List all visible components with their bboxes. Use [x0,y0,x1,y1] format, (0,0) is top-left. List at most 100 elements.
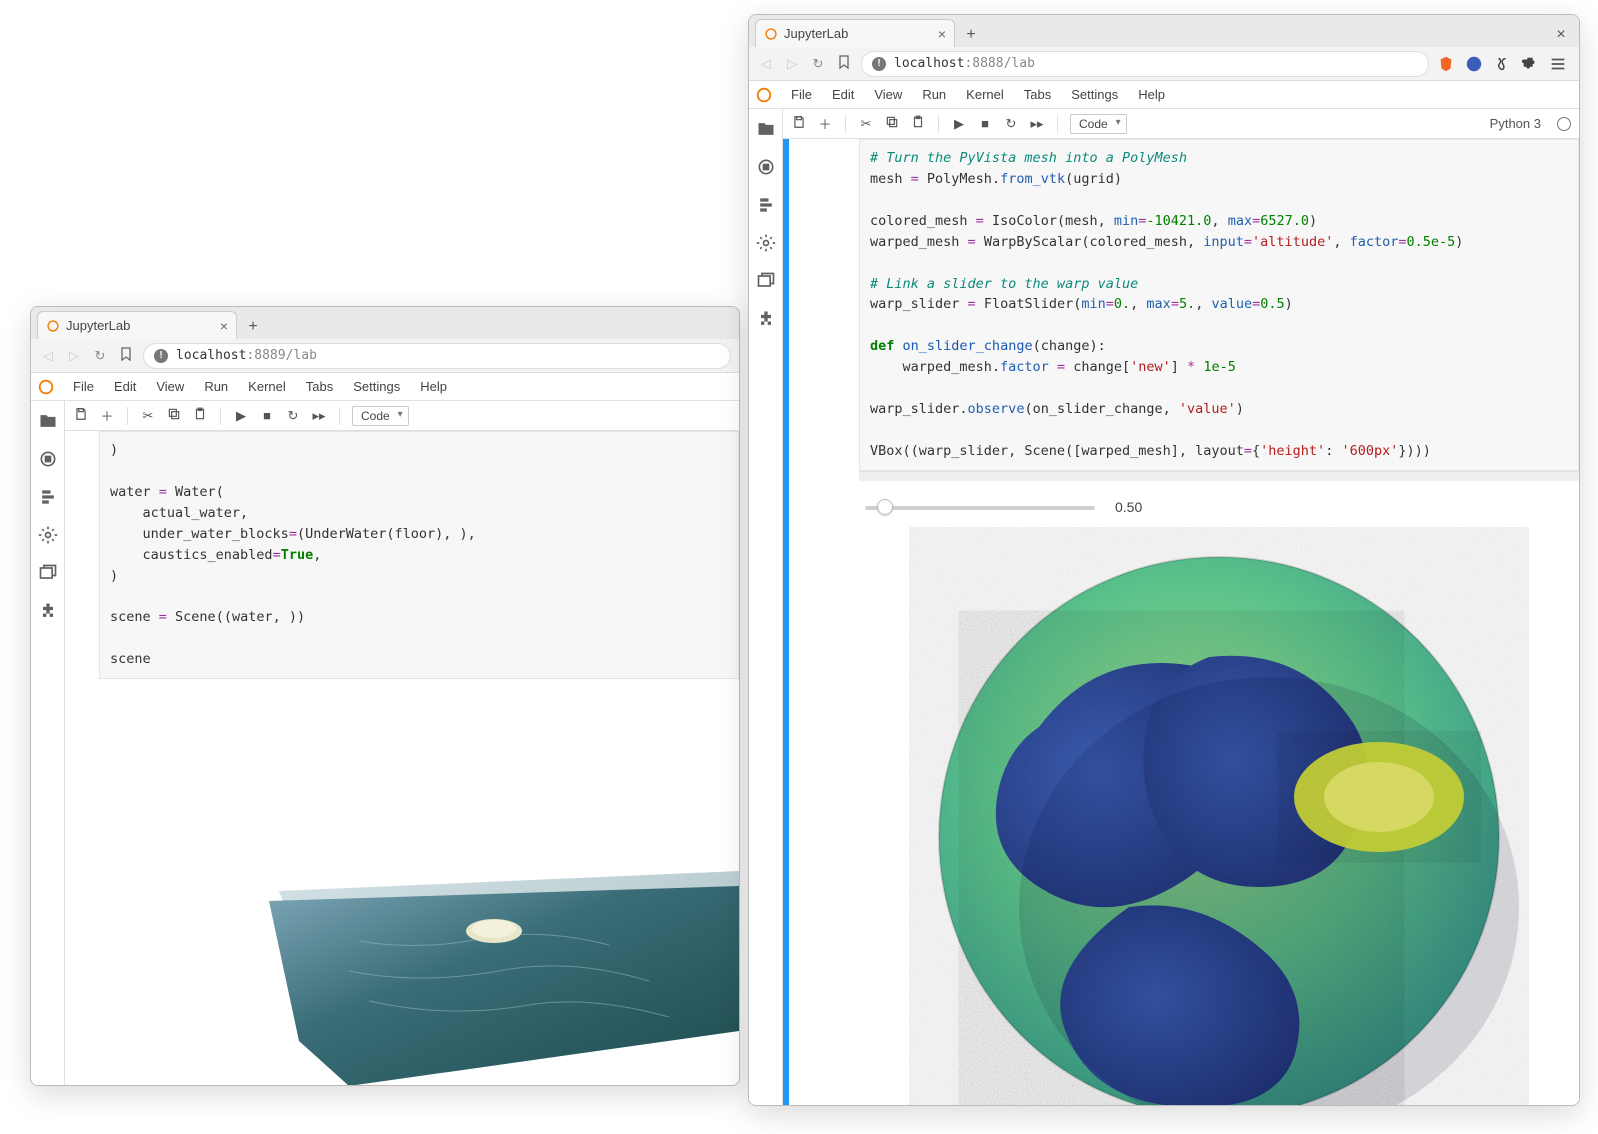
extension-icon[interactable] [756,309,776,329]
notebook-area[interactable]: ) water = Water( actual_water, under_wat… [65,431,739,1085]
menu-view[interactable]: View [148,376,192,397]
notebook-toolbar: ＋ ✂ ▶ ■ ↻ ▸▸ Code [65,401,739,431]
settings-icon[interactable] [756,233,776,253]
kernel-name[interactable]: Python 3 [1490,116,1541,131]
extension-icon[interactable] [38,601,58,621]
jupyter-icon [46,319,60,333]
tabstrip: JupyterLab × + [31,307,739,339]
stop-icon[interactable]: ■ [977,116,993,131]
running-icon[interactable] [756,157,776,177]
save-icon[interactable] [791,115,807,132]
close-tab-icon[interactable]: × [938,26,946,42]
url-path: /lab [1004,56,1035,71]
globe-scene-viz[interactable] [859,527,1579,1105]
jupyter-icon [755,86,773,104]
copy-icon[interactable] [884,115,900,132]
horizontal-scrollbar[interactable] [859,471,1579,481]
cell-type-select[interactable]: Code [1070,114,1127,134]
menu-settings[interactable]: Settings [1063,84,1126,105]
bookmark-icon[interactable] [835,55,853,72]
sidebar [31,401,65,1085]
cut-icon[interactable]: ✂ [858,116,874,132]
window-left: JupyterLab × + ◁ ▷ ↻ ! localhost:8889/la… [30,306,740,1086]
hamburger-icon[interactable] [1549,55,1567,73]
shield-icon[interactable] [1465,55,1483,73]
add-cell-icon[interactable]: ＋ [817,114,833,133]
menu-help[interactable]: Help [1130,84,1173,105]
nav-forward-icon[interactable]: ▷ [65,348,83,364]
reload-icon[interactable]: ↻ [91,348,109,364]
bookmark-icon[interactable] [117,347,135,364]
menu-help[interactable]: Help [412,376,455,397]
reload-icon[interactable]: ↻ [809,56,827,72]
window-close-icon[interactable]: × [1549,23,1573,47]
commands-icon[interactable] [38,487,58,507]
url-box[interactable]: ! localhost:8888/lab [861,51,1429,77]
url-host: localhost [894,56,964,71]
info-icon: ! [154,349,168,363]
menu-edit[interactable]: Edit [106,376,144,397]
nav-back-icon[interactable]: ◁ [39,348,57,364]
running-icon[interactable] [38,449,58,469]
menu-run[interactable]: Run [914,84,954,105]
file-browser-icon[interactable] [38,411,58,431]
menu-view[interactable]: View [866,84,910,105]
menu-tabs[interactable]: Tabs [1016,84,1059,105]
cut-icon[interactable]: ✂ [140,408,156,424]
code-cell[interactable]: # Turn the PyVista mesh into a PolyMesh … [859,139,1579,471]
tabstrip: JupyterLab × + × [749,15,1579,47]
menu-tabs[interactable]: Tabs [298,376,341,397]
tabs-icon[interactable] [38,563,58,583]
paste-icon[interactable] [910,115,926,132]
settings-icon[interactable] [38,525,58,545]
close-tab-icon[interactable]: × [220,318,228,334]
window-right: JupyterLab × + × ◁ ▷ ↻ ! localhost:8888/… [748,14,1580,1106]
browser-tab[interactable]: JupyterLab × [755,19,955,47]
browser-tab[interactable]: JupyterLab × [37,311,237,339]
run-icon[interactable]: ▶ [951,116,967,132]
tabs-icon[interactable] [756,271,776,291]
new-tab-button[interactable]: + [241,315,265,339]
run-all-icon[interactable]: ▸▸ [1029,116,1045,132]
menu-file[interactable]: File [65,376,102,397]
run-icon[interactable]: ▶ [233,408,249,424]
stop-icon[interactable]: ■ [259,408,275,423]
nav-forward-icon[interactable]: ▷ [783,56,801,72]
copy-icon[interactable] [166,407,182,424]
water-scene-viz[interactable] [99,691,739,1085]
url-host: localhost [176,348,246,363]
menu-kernel[interactable]: Kernel [958,84,1012,105]
commands-icon[interactable] [756,195,776,215]
save-icon[interactable] [73,407,89,424]
float-slider[interactable]: 0.50 [859,493,1579,527]
url-path: /lab [286,348,317,363]
footprint-icon[interactable] [1493,55,1511,73]
menu-edit[interactable]: Edit [824,84,862,105]
info-icon: ! [872,57,886,71]
kernel-status-icon [1557,117,1571,131]
new-tab-button[interactable]: + [959,23,983,47]
file-browser-icon[interactable] [756,119,776,139]
paste-icon[interactable] [192,407,208,424]
menu-kernel[interactable]: Kernel [240,376,294,397]
menu-file[interactable]: File [783,84,820,105]
add-cell-icon[interactable]: ＋ [99,406,115,425]
slider-thumb[interactable] [877,499,893,515]
code-cell[interactable]: ) water = Water( actual_water, under_wat… [99,431,739,679]
run-all-icon[interactable]: ▸▸ [311,408,327,424]
output-area [99,679,739,1085]
restart-icon[interactable]: ↻ [285,408,301,424]
jupyter-icon [37,378,55,396]
tab-title: JupyterLab [66,318,214,333]
url-box[interactable]: ! localhost:8889/lab [143,343,731,369]
nav-back-icon[interactable]: ◁ [757,56,775,72]
url-port: :8888 [964,56,1003,71]
brave-icon[interactable] [1437,55,1455,73]
restart-icon[interactable]: ↻ [1003,116,1019,132]
menu-settings[interactable]: Settings [345,376,408,397]
notebook-area[interactable]: # Turn the PyVista mesh into a PolyMesh … [783,139,1579,1105]
puzzle-icon[interactable] [1521,55,1539,73]
menubar: File Edit View Run Kernel Tabs Settings … [31,373,739,401]
menu-run[interactable]: Run [196,376,236,397]
cell-type-select[interactable]: Code [352,406,409,426]
